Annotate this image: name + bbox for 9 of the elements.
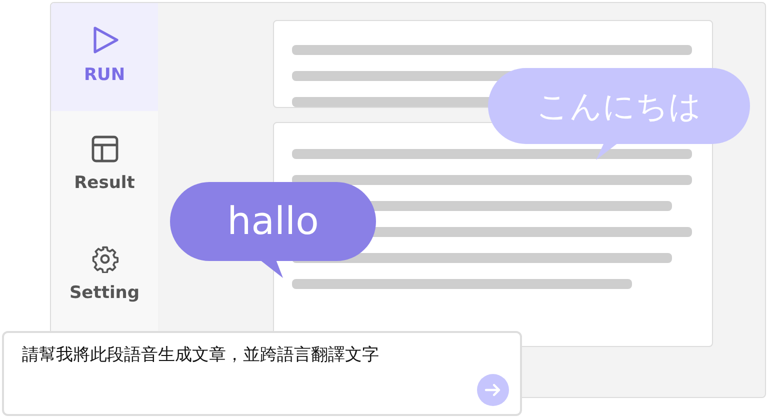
gear-icon — [90, 245, 118, 274]
bubble-text: こんにちは — [536, 86, 702, 126]
bubble-text: hallo — [227, 198, 319, 244]
arrow-icon — [484, 381, 502, 399]
prompt-field[interactable]: 請幫我將此段語音生成文章，並跨語言翻譯文字 — [2, 331, 522, 416]
sidebar-tab[interactable]: RUN — [51, 3, 158, 111]
sidebar-tab[interactable]: Setting — [51, 221, 158, 331]
table-icon — [90, 135, 118, 164]
sidebar-tab[interactable]: Result — [51, 111, 158, 221]
